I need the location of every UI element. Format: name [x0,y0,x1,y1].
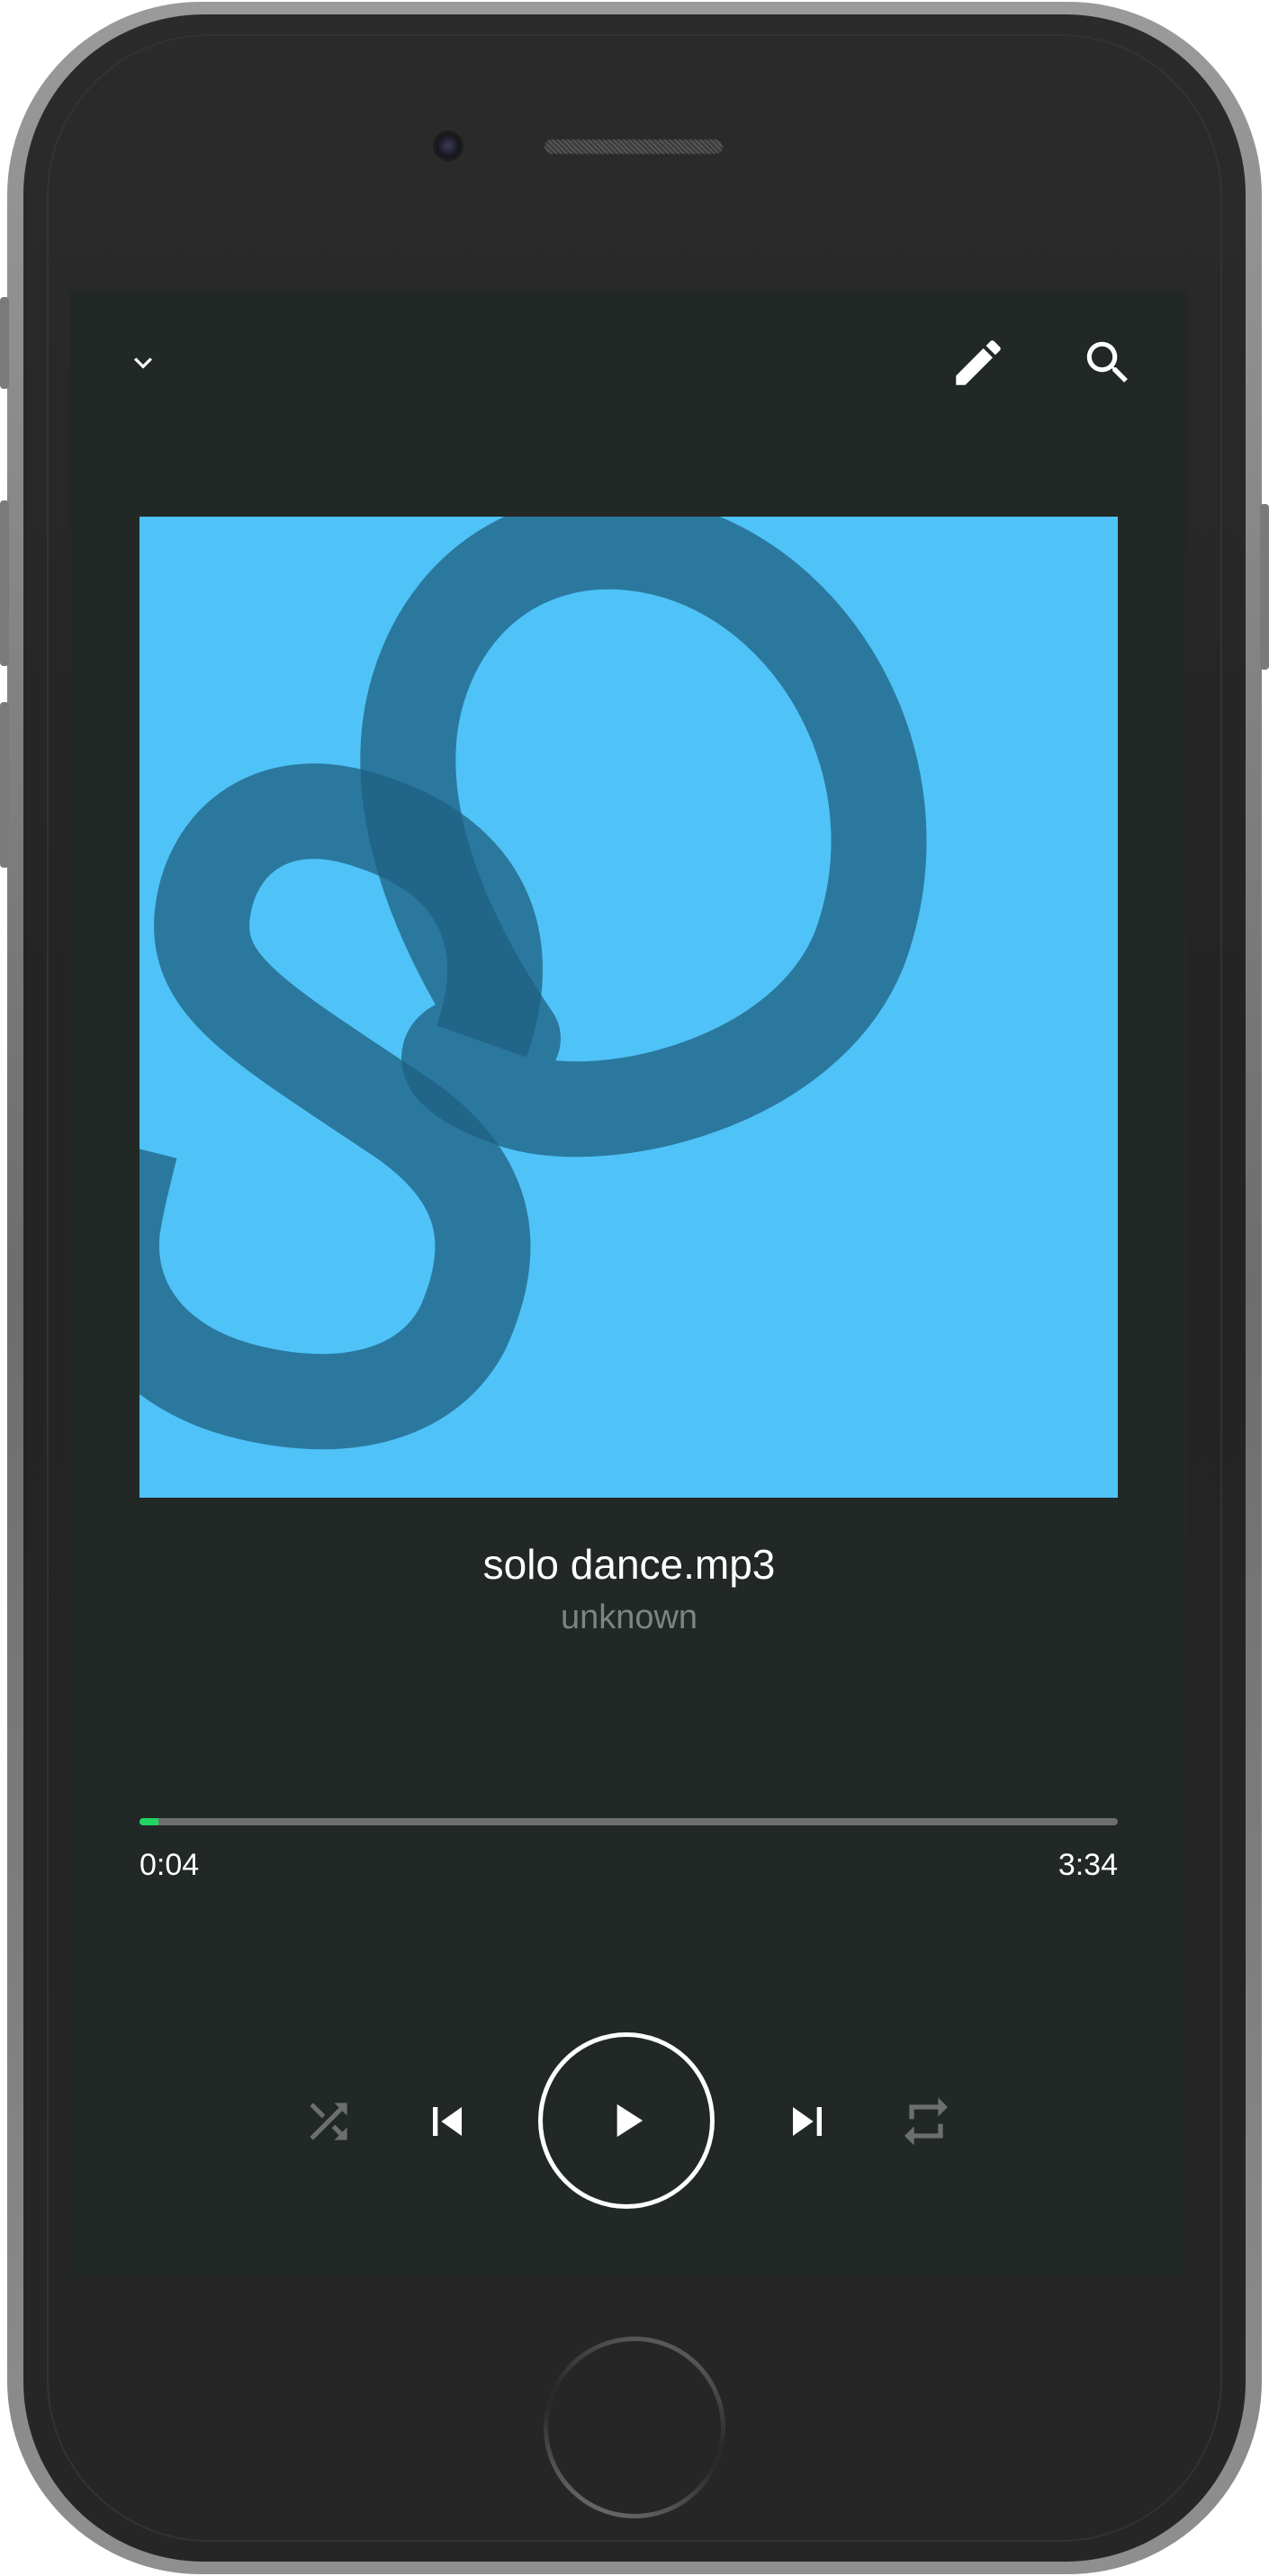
track-title: solo dance.mp3 [482,1541,776,1588]
progress-bar[interactable] [140,1818,1118,1825]
skip-previous-icon [433,2107,462,2136]
repeat-button[interactable] [895,2090,958,2153]
next-button[interactable] [776,2090,839,2153]
edit-button[interactable] [947,331,1010,394]
playback-controls [70,2027,1188,2225]
search-icon [1086,341,1128,383]
front-camera [436,133,461,158]
skip-next-icon [793,2107,822,2136]
previous-button[interactable] [416,2090,479,2153]
collapse-button[interactable] [117,337,169,389]
chevron-down-icon [134,357,152,369]
play-button[interactable] [538,2032,715,2209]
total-duration: 3:34 [1058,1848,1118,1882]
now-playing-screen: solo dance.mp3 unknown 0:04 3:34 [70,290,1188,2277]
mute-switch [0,297,9,389]
top-bar [70,290,1188,434]
home-button[interactable] [544,2337,725,2518]
play-icon [616,2103,644,2138]
volume-up-button [0,500,9,666]
shuffle-button[interactable] [297,2090,360,2153]
pencil-icon [956,340,1001,385]
progress-bar-fill [140,1818,158,1825]
repeat-icon [904,2097,948,2146]
track-artist: unknown [560,1599,698,1636]
album-art [140,517,1118,1498]
album-art-monogram [140,517,927,1450]
earpiece-speaker [544,139,724,155]
elapsed-time: 0:04 [140,1848,200,1882]
volume-down-button [0,702,9,868]
power-button [1260,504,1269,670]
search-button[interactable] [1076,331,1139,394]
shuffle-icon [310,2103,347,2140]
